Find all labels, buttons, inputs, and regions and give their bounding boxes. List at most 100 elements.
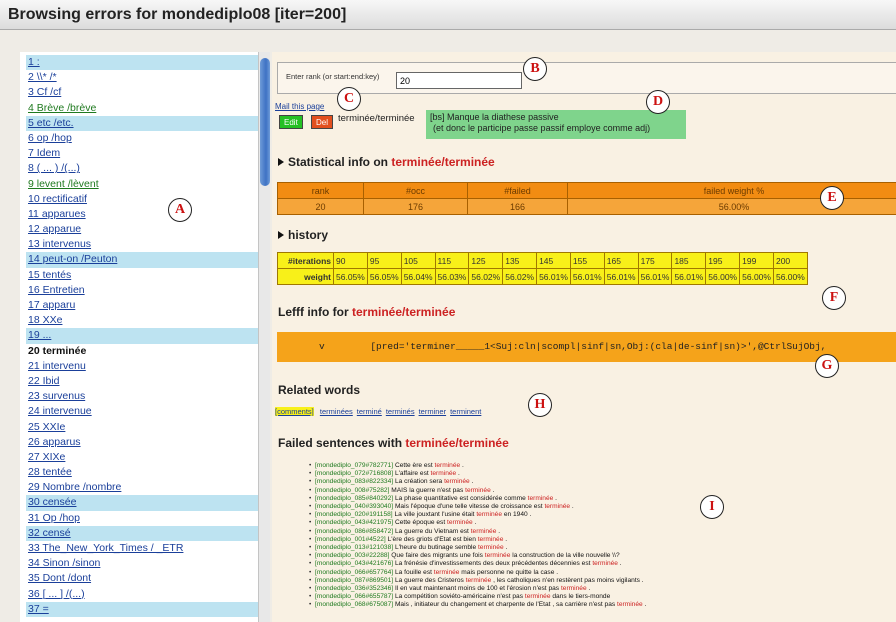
- sidebar-item[interactable]: 20 terminée: [26, 344, 258, 359]
- annotation-marker: H: [528, 393, 552, 417]
- sentence-id-link[interactable]: [mondediplo_036#352346]: [315, 585, 393, 592]
- sentence-id-link[interactable]: [mondediplo_066#657764]: [315, 569, 393, 576]
- sidebar-item[interactable]: 12 apparue: [26, 222, 258, 237]
- sidebar-item[interactable]: 18 XXe: [26, 313, 258, 328]
- sidebar-item[interactable]: 37 =: [26, 601, 258, 617]
- sidebar-item[interactable]: 26 apparus: [26, 435, 258, 450]
- sentence-id-link[interactable]: [mondediplo_043#421975]: [315, 519, 393, 526]
- sentence-text: .: [503, 544, 508, 552]
- sentence-id-link[interactable]: [mondediplo_003#22288]: [315, 552, 389, 559]
- sidebar-item[interactable]: 29 Nombre /nombre: [26, 480, 258, 495]
- comments-link[interactable]: [comments]: [275, 407, 314, 416]
- lefff-heading-prefix: Lefff info for: [278, 305, 352, 319]
- sidebar-item[interactable]: 31 Op /hop: [26, 511, 258, 526]
- stats-heading[interactable]: Statistical info on terminée/terminée: [278, 155, 495, 169]
- sentence-text: La phase quantitative est considérée com…: [393, 494, 528, 502]
- lefff-content: [pred='terminer_____1<Suj:cln|scompl|sin…: [370, 341, 827, 352]
- sentence-id-link[interactable]: [mondediplo_040#393040]: [315, 503, 393, 510]
- sidebar-item[interactable]: 1 :: [26, 55, 258, 71]
- sentence-highlight: terminée: [477, 535, 504, 543]
- mail-page-link[interactable]: Mail this page: [275, 102, 324, 111]
- sentence-highlight: terminée: [560, 585, 587, 593]
- sidebar-item[interactable]: 21 intervenu: [26, 359, 258, 374]
- sidebar-item[interactable]: 24 intervenue: [26, 404, 258, 419]
- delete-button[interactable]: Del: [311, 115, 334, 129]
- sentence-id-link[interactable]: [mondediplo_068#675087]: [315, 601, 393, 608]
- sidebar-item[interactable]: 34 Sinon /sinon: [26, 556, 258, 571]
- sidebar-item[interactable]: 10 rectificatif: [26, 192, 258, 207]
- sentence-text: Cette époque est: [393, 519, 447, 527]
- sentence-id-link[interactable]: [mondediplo_008#75282]: [315, 487, 389, 494]
- history-weight-cell: 56.05%: [366, 268, 402, 285]
- sidebar-item[interactable]: 14 peut-on /Peuton: [26, 252, 258, 268]
- sentence-highlight: terminée: [476, 511, 502, 519]
- failed-sentence: [mondediplo_079#782771] Cette ère est te…: [309, 462, 889, 470]
- sentence-id-link[interactable]: [mondediplo_043#421676]: [315, 560, 393, 567]
- scrollbar-thumb[interactable]: [260, 58, 270, 186]
- sentence-id-link[interactable]: [mondediplo_066#655787]: [315, 593, 393, 600]
- sidebar-item[interactable]: 32 censé: [26, 525, 258, 541]
- sidebar-item[interactable]: 36 [ ... ] /(...): [26, 587, 258, 602]
- sidebar-item[interactable]: 25 XXIe: [26, 420, 258, 435]
- history-heading[interactable]: history: [278, 228, 328, 242]
- sentence-highlight: terminée: [434, 462, 461, 469]
- stats-value-rank: 20: [277, 198, 364, 215]
- history-weight-cell: 56.03%: [434, 268, 470, 285]
- related-word-link[interactable]: terminées: [320, 407, 353, 416]
- sidebar-item[interactable]: 3 Cf /cf: [26, 85, 258, 100]
- related-word-link[interactable]: terminés: [386, 407, 415, 416]
- sidebar-item[interactable]: 15 tentés: [26, 268, 258, 283]
- sentence-text: La compétition soviéto-américaine n'est …: [393, 593, 525, 601]
- history-table: #iterations 90 95 105 115 125 135 145 155 165 175 1…: [277, 252, 808, 285]
- sidebar-item[interactable]: 16 Entretien: [26, 283, 258, 298]
- stats-heading-word: terminée/terminée: [391, 155, 495, 169]
- sentence-text: .: [570, 503, 574, 511]
- sentence-id-link[interactable]: [mondediplo_013#121038]: [315, 544, 393, 551]
- sentence-text: .: [496, 527, 501, 535]
- sidebar-item[interactable]: 4 Brève /brève: [26, 101, 258, 116]
- sentence-highlight: terminée: [430, 470, 457, 478]
- sidebar-item[interactable]: 13 intervenus: [26, 237, 258, 252]
- sidebar-item[interactable]: 22 Ibid: [26, 374, 258, 389]
- sentence-id-link[interactable]: [mondediplo_001#4522]: [315, 536, 386, 543]
- related-word-link[interactable]: terminé: [357, 407, 382, 416]
- sidebar-item[interactable]: 5 etc /etc.: [26, 115, 258, 131]
- rank-form: Enter rank (or start:end:key): [277, 62, 896, 94]
- sidebar-item[interactable]: 8 ( ... ) /(...): [26, 161, 258, 176]
- sentence-id-link[interactable]: [mondediplo_087#869501]: [315, 577, 393, 584]
- sidebar-item[interactable]: 35 Dont /dont: [26, 571, 258, 586]
- sidebar-item[interactable]: 23 survenus: [26, 389, 258, 404]
- failed-sentence: [mondediplo_020#191158] La ville jouxtan…: [309, 511, 889, 519]
- list-scrollbar[interactable]: [258, 52, 270, 622]
- disclosure-triangle-icon: [278, 158, 284, 166]
- sidebar-item[interactable]: 33 The_New_York_Times / _ETR: [26, 541, 258, 556]
- sidebar-item[interactable]: 9 levent /lèvent: [26, 177, 258, 192]
- sentence-id-link[interactable]: [mondediplo_020#191158]: [315, 511, 393, 518]
- sidebar-item[interactable]: 6 op /hop: [26, 131, 258, 146]
- rank-label: Enter rank (or start:end:key): [286, 72, 380, 81]
- sidebar-item[interactable]: 28 tentée: [26, 465, 258, 480]
- related-word-link[interactable]: terminent: [450, 407, 481, 416]
- sidebar-item[interactable]: 2 \\* /*: [26, 70, 258, 85]
- error-list: 1 :2 \\* /* 3 Cf /cf 4 Brève /brève 5 etc /…: [20, 52, 258, 617]
- sentence-text: La frénésie d'investissements des deux p…: [393, 560, 593, 568]
- related-word-link[interactable]: terminer: [419, 407, 447, 416]
- sentence-id-link[interactable]: [mondediplo_079#782771]: [315, 462, 393, 469]
- sentence-text: .: [617, 560, 622, 568]
- failed-heading-word: terminée/terminée: [405, 436, 509, 450]
- sidebar-item[interactable]: 17 apparu: [26, 298, 258, 313]
- annotation-marker: D: [646, 90, 670, 114]
- sidebar-item[interactable]: 30 censée: [26, 495, 258, 511]
- sidebar-item[interactable]: 19 ...: [26, 328, 258, 344]
- sentence-id-link[interactable]: [mondediplo_083#822334]: [315, 478, 393, 485]
- rank-input[interactable]: [396, 72, 522, 89]
- sidebar-item[interactable]: 11 apparues: [26, 207, 258, 222]
- sidebar-item[interactable]: 7 Idem: [26, 146, 258, 161]
- sentence-id-link[interactable]: [mondediplo_072#716808]: [315, 470, 393, 477]
- edit-button[interactable]: Edit: [279, 115, 303, 129]
- failed-sentence: [mondediplo_036#352346] Il en vaut maint…: [309, 585, 889, 593]
- sentence-id-link[interactable]: [mondediplo_086#858472]: [315, 528, 393, 535]
- sentence-id-link[interactable]: [mondediplo_085#840292]: [315, 495, 393, 502]
- sidebar-item[interactable]: 27 XIXe: [26, 450, 258, 465]
- stats-value-failed: 166: [467, 198, 568, 215]
